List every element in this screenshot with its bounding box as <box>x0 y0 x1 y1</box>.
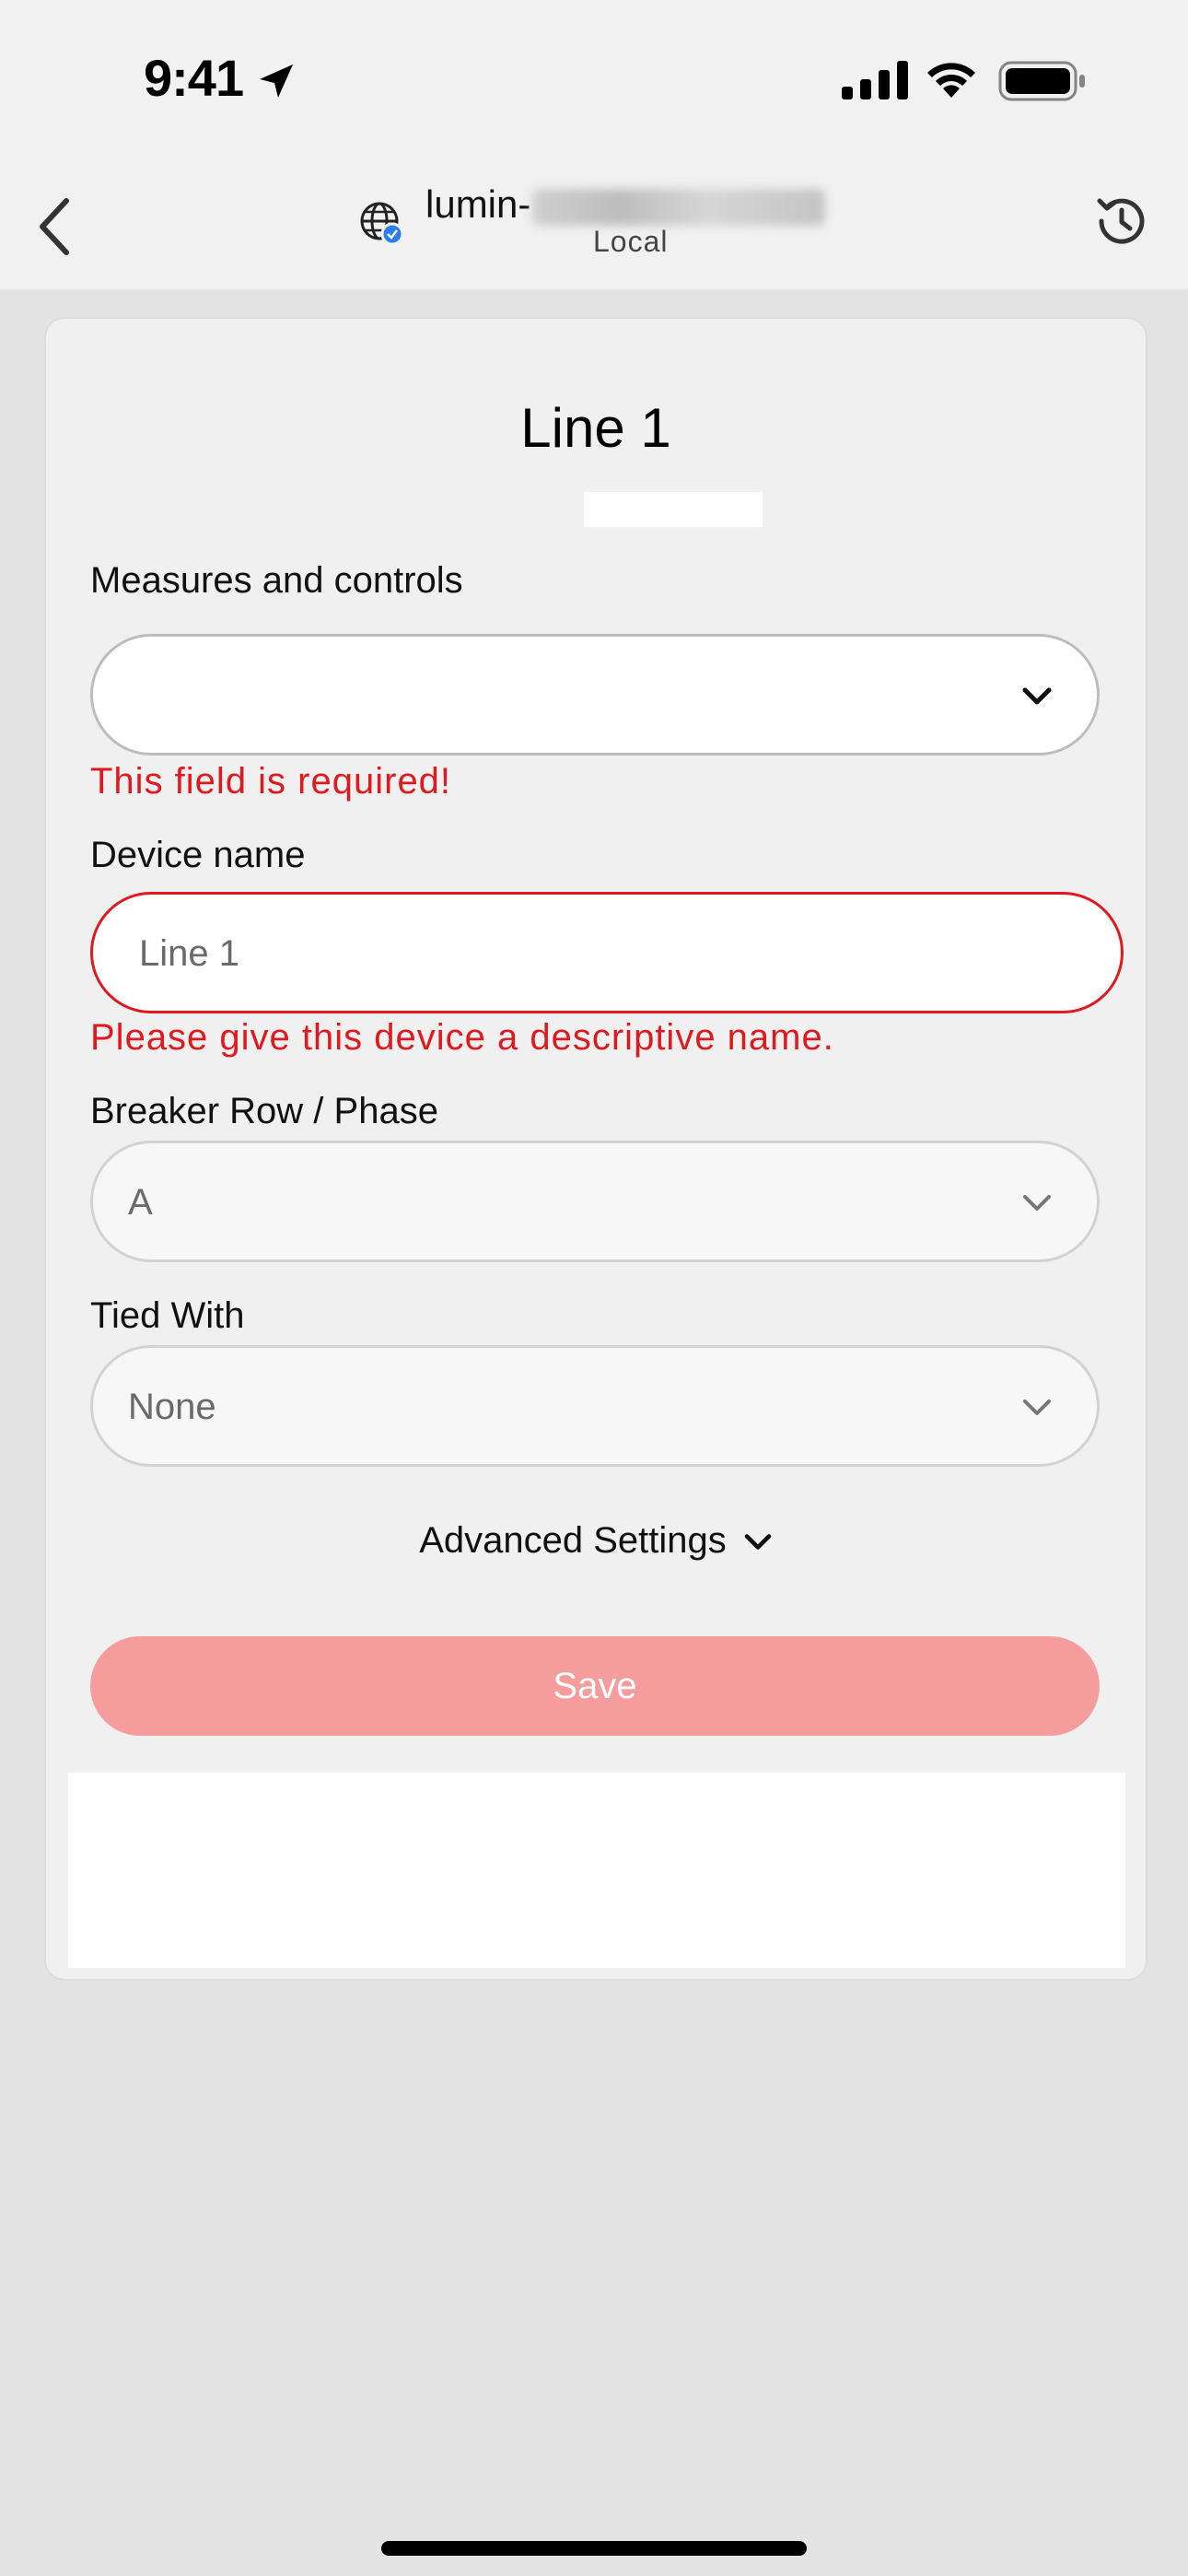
tied-with-label: Tied With <box>90 1295 245 1336</box>
chevron-down-icon <box>1023 1195 1051 1211</box>
empty-content-panel <box>68 1773 1125 1968</box>
back-chevron-icon[interactable] <box>33 193 77 260</box>
device-name-value: Line 1 <box>139 933 239 974</box>
device-name-input[interactable]: Line 1 <box>90 892 1124 1013</box>
title-placeholder-block <box>584 492 763 527</box>
measures-error: This field is required! <box>90 761 452 802</box>
history-icon[interactable] <box>1092 192 1151 251</box>
measures-label: Measures and controls <box>90 560 463 601</box>
chevron-down-icon <box>1023 1399 1051 1415</box>
status-bar: 9:41 <box>0 0 1188 157</box>
breaker-label: Breaker Row / Phase <box>90 1091 438 1131</box>
device-name-label: Device name <box>90 835 306 875</box>
chevron-down-icon <box>1022 687 1052 705</box>
form-title: Line 1 <box>520 397 671 459</box>
breaker-select[interactable]: A <box>90 1141 1100 1262</box>
location-arrow-icon <box>260 64 293 98</box>
measures-select[interactable] <box>90 634 1100 755</box>
save-button[interactable]: Save <box>90 1636 1100 1736</box>
host-prefix: lumin- <box>425 182 531 226</box>
connection-mode: Local <box>593 225 669 258</box>
host-id-blurred <box>532 188 826 226</box>
navigation-bar: lumin- Local <box>0 157 1188 289</box>
device-host-title: lumin- <box>425 182 826 227</box>
device-form-card: Line 1 Measures and controls This field … <box>44 317 1147 1981</box>
device-name-error: Please give this device a descriptive na… <box>90 1017 834 1058</box>
battery-icon <box>998 61 1085 101</box>
advanced-settings-label: Advanced Settings <box>419 1520 727 1561</box>
signal-icon <box>842 61 908 100</box>
tied-with-select[interactable]: None <box>90 1345 1100 1467</box>
globe-verified-icon <box>360 202 404 246</box>
wifi-icon <box>927 63 975 98</box>
chevron-down-icon <box>744 1534 772 1551</box>
home-indicator[interactable] <box>381 2541 807 2556</box>
tied-with-value: None <box>128 1387 216 1427</box>
advanced-settings-toggle[interactable]: Advanced Settings <box>46 1520 1146 1562</box>
breaker-value: A <box>128 1182 153 1223</box>
status-time: 9:41 <box>144 49 244 107</box>
